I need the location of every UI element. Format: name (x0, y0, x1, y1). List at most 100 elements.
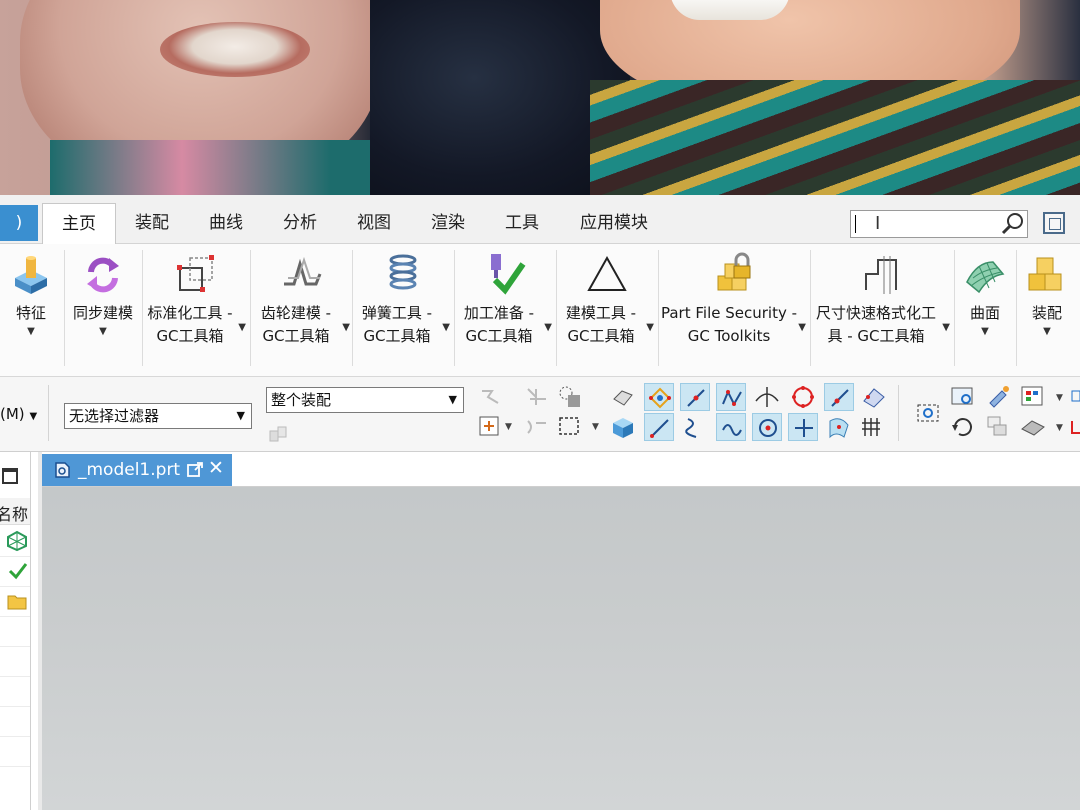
ribbon-part-file-security-button[interactable]: Part File Security - GC Toolkits ▼ (660, 244, 808, 370)
document-tab[interactable]: _model1.prt ✕ (42, 454, 232, 486)
select-object-icon[interactable] (556, 383, 586, 411)
snap-line-toggle[interactable] (644, 413, 674, 441)
assembly-scope-dropdown[interactable]: 整个装配 ▼ (266, 387, 464, 413)
chevron-down-icon[interactable]: ▼ (505, 422, 512, 432)
chevron-down-icon[interactable]: ▼ (646, 322, 654, 333)
chevron-down-icon[interactable]: ▼ (99, 326, 107, 337)
close-icon[interactable]: ✕ (208, 457, 224, 479)
tab-analysis[interactable]: 分析 (268, 203, 332, 243)
spline-icon[interactable] (680, 413, 710, 441)
chevron-down-icon[interactable]: ▼ (544, 322, 552, 333)
modeling-tool-icon (587, 255, 627, 291)
more-tools-icon[interactable] (1070, 383, 1080, 411)
tab-application[interactable]: 应用模块 (566, 203, 662, 243)
chevron-down-icon[interactable]: ▼ (342, 322, 350, 333)
chevron-down-icon[interactable]: ▼ (592, 422, 599, 432)
ribbon-surface-button[interactable]: 曲面 ▼ (956, 244, 1014, 370)
tab-assembly[interactable]: 装配 (120, 203, 184, 243)
chevron-down-icon[interactable]: ▼ (1056, 393, 1063, 403)
snap-curve-toggle[interactable] (716, 413, 746, 441)
snap-point-on-curve-toggle[interactable] (824, 383, 854, 411)
snap-existing-point-toggle[interactable] (788, 413, 818, 441)
chevron-down-icon[interactable]: ▼ (1043, 326, 1051, 337)
graphics-viewport[interactable] (42, 487, 1080, 810)
ribbon-assembly-button[interactable]: 装配 ▼ (1018, 244, 1076, 370)
search-icon[interactable] (1000, 211, 1026, 237)
list-item[interactable] (0, 586, 30, 617)
menu-button[interactable]: (M) ▼ (0, 405, 37, 423)
tab-render[interactable]: 渲染 (416, 203, 480, 243)
scarf-right (590, 80, 1080, 195)
divider (954, 250, 955, 366)
list-item[interactable] (0, 556, 30, 587)
work-layer-icon[interactable] (1018, 383, 1048, 411)
ribbon-standardization-tool-button[interactable]: 标准化工具 - GC工具箱 ▼ (144, 244, 248, 370)
assembly-navigator-icon[interactable] (266, 423, 290, 445)
chevron-down-icon[interactable]: ▼ (442, 322, 450, 333)
ribbon-modeling-tool-button[interactable]: 建模工具 - GC工具箱 ▼ (558, 244, 656, 370)
rectangle-select-icon[interactable] (556, 413, 586, 441)
snap-control-point-toggle[interactable] (716, 383, 746, 411)
pop-out-icon[interactable] (186, 461, 204, 479)
snap-midpoint-toggle[interactable] (680, 383, 710, 411)
list-item (0, 676, 30, 707)
snap-curve-icon[interactable] (522, 413, 552, 441)
divider (352, 250, 353, 366)
ribbon-restore-icon[interactable] (1043, 212, 1065, 234)
ribbon-machining-prep-button[interactable]: 加工准备 - GC工具箱 ▼ (456, 244, 554, 370)
snap-point-icon[interactable] (522, 383, 552, 411)
list-item[interactable] (0, 526, 30, 557)
menu-label: (M) (0, 405, 25, 423)
edit-color-icon[interactable] (984, 383, 1014, 411)
eraser-icon[interactable] (608, 383, 638, 411)
layer-settings-icon[interactable] (984, 413, 1014, 441)
chevron-down-icon[interactable]: ▼ (27, 326, 35, 337)
background-photo (0, 0, 1080, 195)
tab-home[interactable]: 主页 (42, 203, 116, 244)
more-tools-icon[interactable] (1070, 413, 1080, 441)
zoom-window-icon[interactable] (948, 383, 978, 411)
add-to-selection-icon[interactable] (476, 413, 506, 441)
chevron-down-icon[interactable]: ▼ (942, 322, 950, 333)
snap-center-toggle[interactable] (752, 413, 782, 441)
point-on-surface-icon[interactable] (824, 413, 854, 441)
ribbon-sync-modeling-label: 同步建模 (72, 304, 133, 322)
sync-modeling-icon (87, 257, 119, 293)
grid-icon[interactable] (858, 413, 888, 441)
render-style-icon[interactable] (1018, 413, 1048, 441)
control-point-icon (722, 389, 742, 407)
navigator-column-header[interactable]: 名称 (0, 498, 30, 525)
quadrant-point-icon[interactable] (788, 383, 818, 411)
surface-icon (966, 261, 1005, 294)
divider (48, 385, 49, 441)
snap-disabled-icon[interactable] (476, 383, 506, 411)
ribbon-sync-modeling-button[interactable]: 同步建模 ▼ (66, 244, 140, 370)
tab-curve[interactable]: 曲线 (194, 203, 258, 243)
ribbon-modeling-tool-label: 建模工具 - GC工具箱 (565, 304, 637, 345)
ribbon-gear-modeling-button[interactable]: 齿轮建模 - GC工具箱 ▼ (252, 244, 352, 370)
ribbon-feature-button[interactable]: 特征 ▼ (0, 244, 62, 370)
bounded-grid-icon[interactable] (858, 383, 888, 411)
chevron-down-icon[interactable]: ▼ (981, 326, 989, 337)
machining-prep-icon (491, 254, 526, 295)
rotate-icon[interactable] (948, 413, 978, 441)
spring-tool-icon (389, 254, 417, 290)
snap-endpoint-toggle[interactable] (644, 383, 674, 411)
chevron-down-icon[interactable]: ▼ (238, 322, 246, 333)
divider (64, 250, 65, 366)
maximize-icon[interactable] (2, 468, 18, 484)
chevron-down-icon[interactable]: ▼ (798, 322, 806, 333)
fit-view-icon[interactable] (914, 399, 944, 427)
intersection-icon[interactable] (752, 383, 782, 411)
ribbon-spring-tool-button[interactable]: 弹簧工具 - GC工具箱 ▼ (354, 244, 452, 370)
tab-tools[interactable]: 工具 (490, 203, 554, 243)
navigator-column-name: 名称 (0, 505, 28, 524)
ribbon-dimension-format-button[interactable]: 尺寸快速格式化工 具 - GC工具箱 ▼ (812, 244, 952, 370)
tab-view[interactable]: 视图 (342, 203, 406, 243)
chevron-down-icon[interactable]: ▼ (1056, 423, 1063, 433)
selection-filter-dropdown[interactable]: 无选择过滤器 ▼ (64, 403, 252, 429)
smile-left (160, 22, 310, 77)
folder-icon (7, 595, 27, 610)
solid-body-icon[interactable] (608, 413, 638, 441)
tab-file[interactable]: ) (0, 205, 38, 241)
